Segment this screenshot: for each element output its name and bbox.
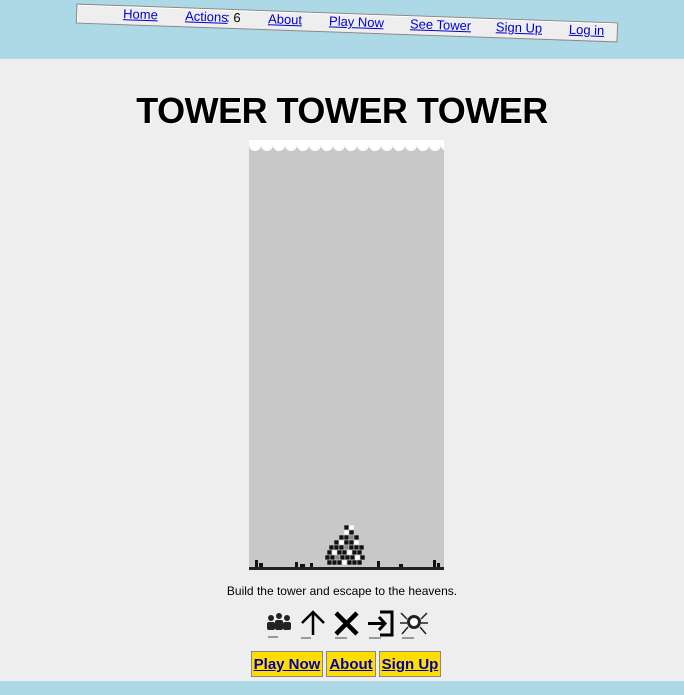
nav-home-link[interactable]: Home bbox=[123, 6, 158, 22]
nav-about-link[interactable]: About bbox=[268, 11, 302, 27]
tower-blocks bbox=[324, 524, 366, 566]
tower-scene bbox=[249, 140, 444, 570]
tagline: Build the tower and escape to the heaven… bbox=[226, 584, 458, 598]
sign-up-button[interactable]: Sign Up bbox=[379, 651, 441, 677]
page-title: TOWER TOWER TOWER bbox=[136, 90, 548, 131]
nav-play-now-link[interactable]: Play Now bbox=[329, 13, 384, 30]
actions-count: : 6 bbox=[225, 9, 241, 26]
nav-see-tower-link[interactable]: See Tower bbox=[410, 16, 472, 33]
action-icons bbox=[265, 609, 435, 641]
exit-icon[interactable] bbox=[366, 609, 396, 641]
bottom-bar bbox=[0, 681, 684, 695]
play-now-button[interactable]: Play Now bbox=[251, 651, 323, 677]
clouds bbox=[249, 140, 444, 151]
close-icon[interactable] bbox=[332, 609, 362, 641]
game-canvas[interactable] bbox=[249, 140, 444, 570]
nav-log-in-link[interactable]: Log in bbox=[569, 22, 605, 38]
about-button[interactable]: About bbox=[326, 651, 376, 677]
ground bbox=[249, 567, 444, 570]
spider-icon[interactable] bbox=[399, 609, 429, 641]
nav-actions-link[interactable]: Actions bbox=[185, 8, 228, 24]
people-icon[interactable] bbox=[265, 609, 295, 641]
nav-sign-up-link[interactable]: Sign Up bbox=[496, 19, 543, 36]
up-arrow-icon[interactable] bbox=[298, 609, 328, 641]
